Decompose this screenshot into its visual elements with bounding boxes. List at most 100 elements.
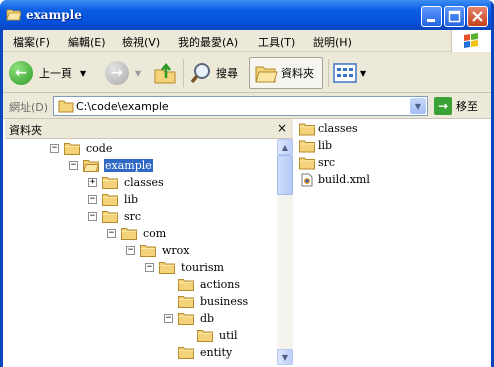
tree-node-label: business — [200, 295, 249, 308]
tree-node-util[interactable]: util — [183, 327, 239, 344]
folders-label: 資料夾 — [281, 67, 314, 80]
tree-node-lib[interactable]: − lib — [88, 191, 139, 208]
pane-close-icon[interactable]: × — [277, 121, 287, 135]
tree-node-label: actions — [200, 278, 241, 291]
views-button[interactable]: ▼ — [333, 57, 366, 89]
tree-node-src[interactable]: − src — [88, 208, 142, 225]
folder-icon — [102, 177, 118, 189]
folder-icon — [64, 143, 80, 155]
tree-node-business[interactable]: business — [164, 293, 249, 310]
collapse-icon[interactable]: − — [145, 263, 154, 272]
up-folder-button[interactable] — [153, 57, 177, 89]
close-button[interactable] — [467, 6, 488, 27]
forward-button[interactable]: → ▼ — [105, 57, 141, 89]
tree-node-label: entity — [200, 346, 233, 359]
file-name: lib — [318, 139, 333, 152]
scroll-thumb[interactable] — [277, 155, 293, 195]
folder-icon — [58, 100, 74, 113]
file-item-classes[interactable]: classes — [299, 120, 359, 137]
tree-node-label: classes — [124, 176, 164, 189]
address-value: C:\code\example — [76, 100, 169, 113]
go-label: 移至 — [456, 100, 478, 113]
folders-pane-header: 資料夾 × — [5, 119, 293, 139]
title-bar[interactable]: example — [0, 0, 494, 30]
address-bar: 網址(D) C:\code\example ▼ → 移至 — [3, 94, 491, 119]
search-label: 搜尋 — [216, 67, 238, 80]
folder-icon — [299, 157, 315, 169]
search-button[interactable]: 搜尋 — [189, 57, 238, 89]
back-button[interactable]: ← 上一頁 ▼ — [9, 57, 86, 89]
tree-node-label: db — [200, 312, 215, 325]
tree-node-classes[interactable]: + classes — [88, 174, 165, 191]
tree-node-entity[interactable]: entity — [164, 344, 233, 361]
windows-flag-icon — [464, 33, 478, 48]
file-name: classes — [318, 122, 358, 135]
collapse-icon[interactable]: − — [88, 212, 97, 221]
folder-icon — [299, 140, 315, 152]
collapse-icon[interactable]: − — [107, 229, 116, 238]
collapse-icon[interactable]: − — [126, 246, 135, 255]
back-arrow-icon: ← — [9, 61, 33, 85]
folder-tree: − code − example + classes − lib − src − com − wrox − t… — [5, 139, 277, 365]
tree-node-label: code — [86, 142, 113, 155]
menu-view[interactable]: 檢視(V) — [122, 34, 160, 50]
tree-node-label: com — [143, 227, 167, 240]
address-field[interactable]: C:\code\example ▼ — [53, 96, 428, 116]
tree-node-label: lib — [124, 193, 139, 206]
tree-node-actions[interactable]: actions — [164, 276, 241, 293]
tree-node-wrox[interactable]: − wrox — [126, 242, 191, 259]
standard-toolbar: ← 上一頁 ▼ → ▼ 搜尋 資料夾 ▼ — [3, 53, 491, 93]
folder-open-icon — [83, 160, 99, 172]
minimize-button[interactable] — [421, 6, 442, 27]
collapse-icon[interactable]: − — [69, 161, 78, 170]
folder-icon — [178, 347, 194, 359]
back-dropdown-icon[interactable]: ▼ — [80, 69, 86, 78]
windows-logo — [451, 30, 491, 52]
folders-button[interactable]: 資料夾 — [249, 57, 323, 89]
tree-node-code[interactable]: − code — [50, 140, 113, 157]
folder-icon — [178, 296, 194, 308]
address-dropdown-icon[interactable]: ▼ — [410, 98, 426, 114]
go-button[interactable]: → 移至 — [434, 96, 478, 116]
go-arrow-icon: → — [434, 97, 452, 115]
folder-icon — [178, 313, 194, 325]
tree-node-example[interactable]: − example — [69, 157, 153, 174]
folder-open-icon — [6, 9, 22, 21]
minimize-icon — [427, 19, 435, 22]
scroll-down-icon[interactable]: ▼ — [277, 349, 293, 365]
tree-node-com[interactable]: − com — [107, 225, 167, 242]
content-area: 資料夾 × − code − example + classes − lib − src − com −… — [3, 119, 491, 367]
menu-edit[interactable]: 編輯(E) — [68, 34, 106, 50]
menu-tools[interactable]: 工具(T) — [258, 34, 295, 50]
tree-node-tourism[interactable]: − tourism — [145, 259, 225, 276]
collapse-icon[interactable]: − — [164, 314, 173, 323]
folder-icon — [121, 228, 137, 240]
folders-icon — [255, 66, 278, 83]
tree-node-db[interactable]: − db — [164, 310, 215, 327]
maximize-button[interactable] — [444, 6, 465, 27]
search-icon — [190, 63, 210, 84]
toolbar-separator — [328, 59, 329, 87]
expand-icon[interactable]: + — [88, 178, 97, 187]
menu-help[interactable]: 說明(H) — [313, 34, 352, 50]
menu-bar: 檔案(F) 編輯(E) 檢視(V) 我的最愛(A) 工具(T) 說明(H) — [3, 30, 491, 52]
forward-dropdown-icon[interactable]: ▼ — [135, 69, 141, 78]
menu-file[interactable]: 檔案(F) — [13, 34, 50, 50]
scroll-up-icon[interactable]: ▲ — [277, 139, 293, 155]
address-label: 網址(D) — [9, 101, 49, 114]
file-item-build.xml[interactable]: build.xml — [299, 171, 371, 188]
collapse-icon[interactable]: − — [88, 195, 97, 204]
file-list: classes lib src build.xml — [295, 119, 491, 365]
tree-scrollbar[interactable]: ▲ ▼ — [277, 139, 293, 365]
views-dropdown-icon[interactable]: ▼ — [360, 69, 366, 78]
menu-favorites[interactable]: 我的最愛(A) — [178, 34, 238, 50]
xml-file-icon — [301, 173, 313, 186]
file-item-lib[interactable]: lib — [299, 137, 333, 154]
folder-icon — [197, 330, 213, 342]
file-name: build.xml — [318, 173, 370, 186]
collapse-icon[interactable]: − — [50, 144, 59, 153]
folders-pane: 資料夾 × − code − example + classes − lib − src − com −… — [5, 119, 293, 365]
file-item-src[interactable]: src — [299, 154, 336, 171]
explorer-window: example 檔案(F) 編輯(E) 檢視(V) 我的最愛(A) 工具(T) … — [0, 0, 494, 367]
window-title: example — [26, 8, 82, 22]
